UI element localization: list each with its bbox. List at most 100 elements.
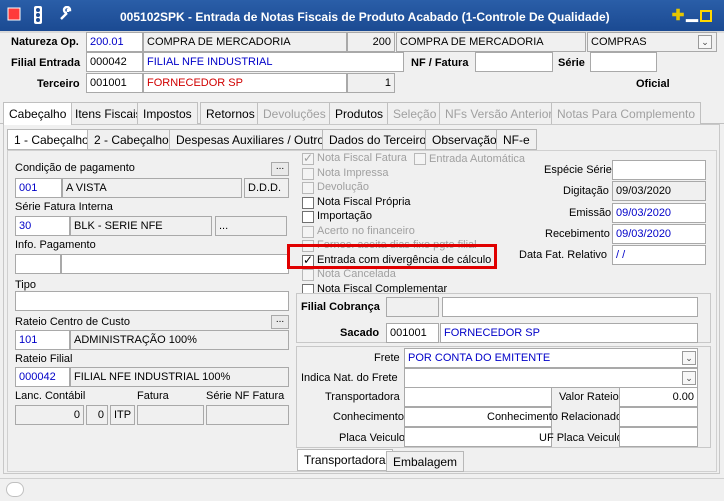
tab-transportadora[interactable]: Transportadora — [297, 449, 393, 471]
natureza-desc: COMPRA DE MERCADORIA — [143, 32, 347, 52]
tab-devolucoes[interactable]: Devoluções — [257, 102, 332, 124]
valor-rateio-input[interactable]: 0.00 — [619, 387, 698, 407]
serie-label: Série — [558, 57, 585, 69]
subtab-observacao[interactable]: Observação — [425, 129, 504, 150]
serie-nf-fatura-label: Série NF Fatura — [206, 390, 285, 402]
natureza-code-input[interactable]: 200.01 — [86, 32, 143, 52]
conhecimento-label: Conhecimento — [333, 411, 404, 423]
filial-cobranca-code[interactable] — [386, 297, 439, 317]
checkbox-3[interactable] — [302, 197, 314, 209]
tab-produtos[interactable]: Produtos — [329, 102, 390, 124]
rateio-cc-lookup-button[interactable]: ... — [271, 315, 289, 329]
cond-lookup-button[interactable]: ... — [271, 162, 289, 176]
fatura-value — [137, 405, 204, 425]
serie-input[interactable] — [590, 52, 657, 72]
data-fat-input[interactable]: / / — [612, 245, 706, 265]
cond-label: Condição de pagamento — [15, 162, 135, 174]
sacado-label: Sacado — [340, 327, 380, 339]
subtab-1-cabecalho[interactable]: 1 - Cabeçalho — [7, 129, 96, 150]
title-bar: 005102SPK - Entrada de Notas Fiscais de … — [0, 0, 724, 33]
transportadora-input[interactable] — [404, 387, 552, 407]
emissao-input[interactable]: 09/03/2020 — [612, 203, 706, 223]
tab-selecao[interactable]: Seleção — [387, 102, 443, 124]
cond-ddd: D.D.D. — [244, 178, 289, 198]
tab-cabecalho[interactable]: Cabeçalho — [3, 102, 73, 125]
tab-retornos[interactable]: Retornos — [200, 102, 261, 124]
sacado-code-input[interactable]: 001001 — [386, 323, 439, 343]
conhecimento-relacionado-input[interactable] — [619, 407, 698, 427]
traffic-light-icon[interactable] — [28, 6, 48, 26]
especie-serie-input[interactable] — [612, 160, 706, 180]
serie-nf-fatura-value — [206, 405, 289, 425]
info-pagamento-desc[interactable] — [61, 254, 289, 274]
tab-embalagem[interactable]: Embalagem — [386, 451, 465, 472]
maximize-icon[interactable] — [700, 10, 712, 22]
status-indicator-icon — [6, 482, 24, 497]
valor-rateio-label: Valor Rateio — [559, 391, 619, 403]
placa-veiculo-label: Placa Veiculo — [339, 432, 406, 444]
cond-code-input[interactable]: 001 — [15, 178, 62, 198]
checkbox-1[interactable] — [302, 168, 314, 180]
checkbox-4[interactable] — [302, 211, 314, 223]
minimize-icon[interactable]: ▁ — [684, 6, 700, 21]
rateio-cc-code-input[interactable]: 101 — [15, 330, 70, 350]
serie-desc: BLK - SERIE NFE — [70, 216, 212, 236]
lanc-value-3: ITP — [110, 405, 135, 425]
info-pagamento-code[interactable] — [15, 254, 61, 274]
highlight-box — [287, 244, 497, 269]
digitacao-label: Digitação — [563, 185, 609, 197]
frete-chevron-icon[interactable]: ⌄ — [682, 351, 696, 365]
indica-chevron-icon[interactable]: ⌄ — [682, 371, 696, 385]
serie-lookup-button[interactable]: ... — [215, 216, 287, 236]
terceiro-code-input[interactable]: 001001 — [86, 73, 143, 93]
frete-label: Frete — [374, 352, 400, 364]
cond-desc: A VISTA — [62, 178, 242, 198]
checkbox-5[interactable] — [302, 226, 314, 238]
wrench-icon[interactable] — [56, 5, 76, 26]
checkbox-2[interactable] — [302, 182, 314, 194]
checkbox-label-3: Nota Fiscal Própria — [317, 196, 411, 208]
subtab-2-cabecalho[interactable]: 2 - Cabeçalho — [87, 129, 176, 150]
serie-code-input[interactable]: 30 — [15, 216, 70, 236]
rateio-filial-desc: FILIAL NFE INDUSTRIAL 100% — [70, 367, 289, 387]
rateio-filial-code-input[interactable]: 000042 — [15, 367, 70, 387]
oficial-label: Oficial — [636, 78, 670, 90]
main-tabs: Cabeçalho Itens Fiscais Impostos Retorno… — [0, 102, 724, 125]
emissao-label: Emissão — [569, 207, 612, 219]
natureza-num: 200 — [347, 32, 395, 52]
indica-nat-frete-select[interactable] — [404, 368, 698, 388]
filial-cobranca-name — [442, 297, 698, 317]
subtab-despesas[interactable]: Despesas Auxiliares / Outros — [169, 129, 338, 150]
conhecimento-relacionado-label: Conhecimento Relacionado — [487, 411, 623, 423]
uf-placa-input[interactable] — [619, 427, 698, 447]
subtab-dados-terceiro[interactable]: Dados do Terceiro — [322, 129, 434, 150]
tab-nfs-versao-anterior[interactable]: NFs Versão Anterior — [439, 102, 559, 124]
filial-code-input[interactable]: 000042 — [86, 52, 143, 72]
sacado-name: FORNECEDOR SP — [440, 323, 698, 343]
tab-itens-fiscais[interactable]: Itens Fiscais — [69, 102, 148, 124]
nf-label: NF / Fatura — [411, 57, 469, 69]
checkbox-label-1: Nota Impressa — [317, 167, 389, 179]
nf-input[interactable] — [475, 52, 553, 72]
chevron-down-icon[interactable]: ⌄ — [698, 35, 712, 49]
app-icon — [4, 6, 24, 26]
tipo-label: Tipo — [15, 279, 36, 291]
tab-impostos[interactable]: Impostos — [137, 102, 198, 124]
indica-nat-frete-label: Indica Nat. do Frete — [301, 372, 398, 384]
recebimento-input[interactable]: 09/03/2020 — [612, 224, 706, 244]
frete-select[interactable]: POR CONTA DO EMITENTE — [404, 348, 698, 368]
digitacao-value: 09/03/2020 — [612, 181, 706, 201]
subtab-nfe[interactable]: NF-e — [496, 129, 537, 150]
terceiro-name: FORNECEDOR SP — [143, 73, 347, 93]
tab-notas-complemento[interactable]: Notas Para Complemento — [551, 102, 702, 124]
entrada-automatica-label: Entrada Automática — [429, 153, 526, 165]
natureza-desc2: COMPRA DE MERCADORIA — [396, 32, 586, 52]
checkbox-0[interactable] — [302, 151, 314, 165]
tipo-input[interactable] — [15, 291, 289, 311]
checkbox-label-5: Acerto no financeiro — [317, 225, 415, 237]
checkbox-label-4: Importação — [317, 210, 373, 222]
checkbox-8[interactable] — [302, 269, 314, 281]
placa-veiculo-input[interactable] — [404, 427, 552, 447]
rateio-filial-label: Rateio Filial — [15, 353, 73, 365]
entrada-automatica-checkbox[interactable] — [414, 153, 426, 165]
